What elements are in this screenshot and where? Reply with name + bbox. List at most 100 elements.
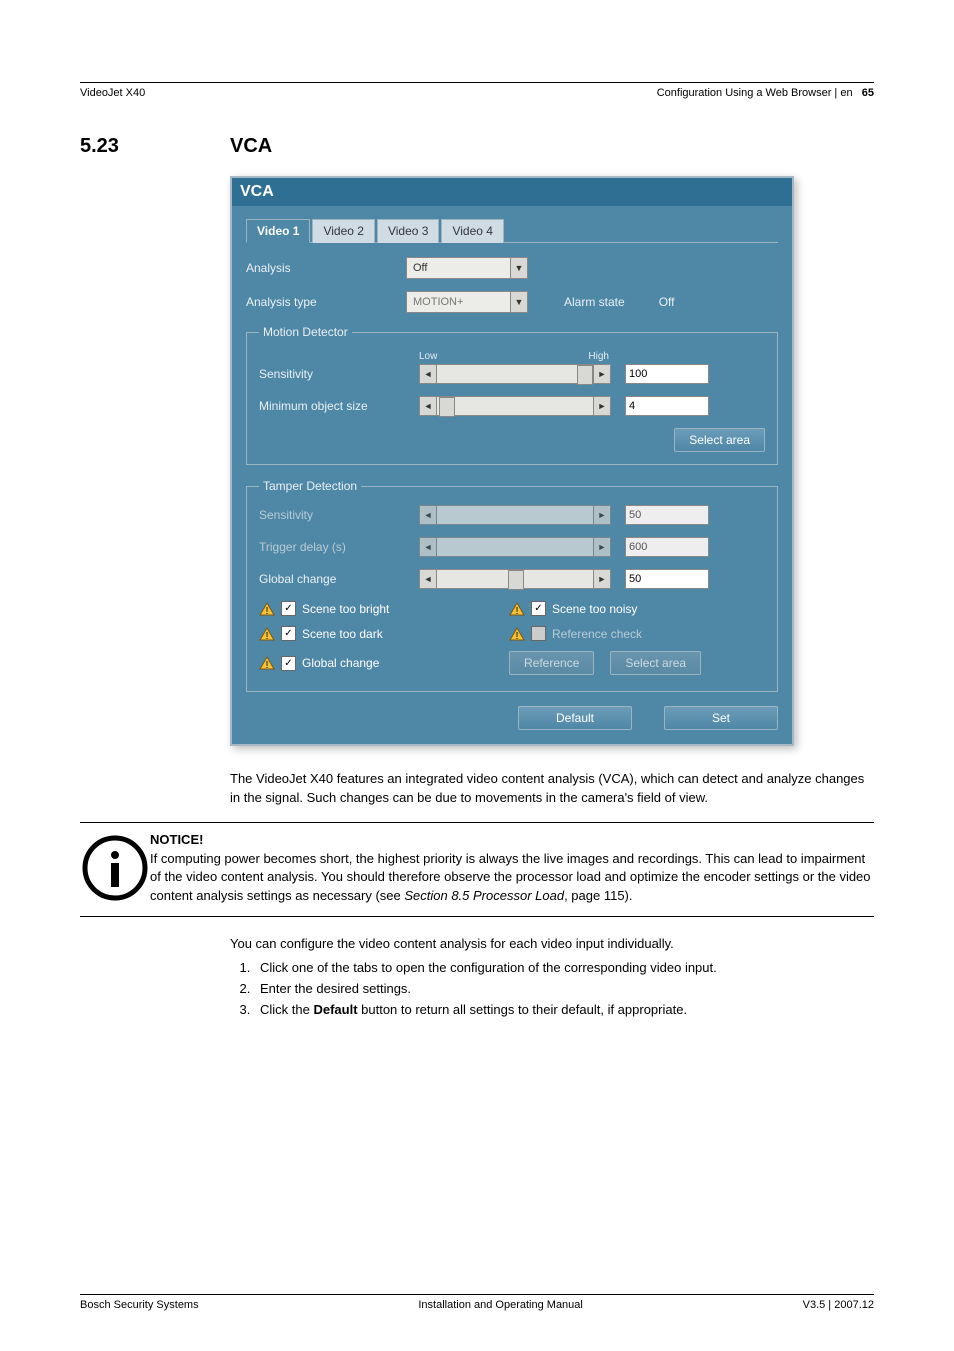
notice-text-b: , page 115).: [564, 888, 632, 903]
svg-text:!: !: [266, 606, 269, 616]
trigger-delay-label: Trigger delay (s): [259, 540, 419, 554]
step3-c: button to return all settings to their d…: [358, 1002, 688, 1017]
t-sensitivity-slider: ◄ ►: [419, 505, 611, 525]
cb-label: Scene too dark: [302, 627, 383, 641]
sensitivity-label: Sensitivity: [259, 367, 419, 381]
header-left: VideoJet X40: [80, 87, 145, 99]
cb-scene-too-noisy[interactable]: ! ✓ Scene too noisy: [509, 601, 719, 616]
cb-label: Scene too bright: [302, 602, 389, 616]
arrow-left-icon[interactable]: ◄: [420, 570, 437, 588]
tamper-detection-group: Tamper Detection Sensitivity ◄ ► 50 Trig…: [246, 479, 778, 692]
select-area-button[interactable]: Select area: [674, 428, 765, 452]
svg-text:!: !: [266, 660, 269, 670]
default-button[interactable]: Default: [518, 706, 632, 730]
cb-global-change[interactable]: ! ✓ Global change: [259, 651, 469, 675]
warning-icon: !: [259, 627, 275, 641]
analysis-value: Off: [407, 262, 510, 274]
min-object-size-slider[interactable]: ◄ ►: [419, 396, 611, 416]
min-object-size-label: Minimum object size: [259, 399, 419, 413]
t-sensitivity-value: 50: [625, 505, 709, 525]
slider-range-labels: Low High: [419, 351, 609, 362]
analysis-type-select: MOTION+ ▼: [406, 291, 528, 313]
header-right-text: Configuration Using a Web Browser | en: [657, 87, 853, 99]
cb-scene-too-dark[interactable]: ! ✓ Scene too dark: [259, 626, 469, 641]
arrow-left-icon: ◄: [420, 538, 437, 556]
step-1: Click one of the tabs to open the config…: [254, 958, 874, 979]
warning-icon: !: [259, 656, 275, 670]
reference-button: Reference: [509, 651, 594, 675]
motion-detector-group: Motion Detector Low High Sensitivity ◄ ►…: [246, 325, 778, 465]
set-button[interactable]: Set: [664, 706, 778, 730]
global-change-label: Global change: [259, 572, 419, 586]
notice-block: NOTICE! If computing power becomes short…: [80, 822, 874, 917]
analysis-select[interactable]: Off ▼: [406, 257, 528, 279]
high-label: High: [588, 351, 609, 362]
chevron-down-icon: ▼: [510, 292, 527, 312]
warning-icon: !: [509, 602, 525, 616]
sensitivity-value[interactable]: 100: [625, 364, 709, 384]
step3-default: Default: [313, 1002, 357, 1017]
low-label: Low: [419, 351, 437, 362]
info-icon: [80, 831, 150, 906]
analysis-type-label: Analysis type: [246, 295, 406, 309]
analysis-type-value: MOTION+: [407, 296, 510, 308]
tab-video4[interactable]: Video 4: [441, 219, 503, 243]
page-header: VideoJet X40 Configuration Using a Web B…: [80, 87, 874, 99]
cb-label: Global change: [302, 656, 379, 670]
warning-icon: !: [259, 602, 275, 616]
arrow-right-icon[interactable]: ►: [593, 397, 610, 415]
step3-a: Click the: [260, 1002, 313, 1017]
tab-video3[interactable]: Video 3: [377, 219, 439, 243]
footer-left: Bosch Security Systems: [80, 1299, 199, 1311]
steps-list: Click one of the tabs to open the config…: [230, 958, 874, 1020]
svg-text:!: !: [516, 606, 519, 616]
paragraph-config: You can configure the video content anal…: [230, 935, 874, 954]
global-change-value[interactable]: 50: [625, 569, 709, 589]
arrow-right-icon: ►: [593, 538, 610, 556]
vca-panel: VCA Video 1 Video 2 Video 3 Video 4 Anal…: [230, 176, 794, 746]
tamper-group-legend: Tamper Detection: [259, 479, 361, 493]
footer-center: Installation and Operating Manual: [418, 1299, 583, 1311]
trigger-delay-value: 600: [625, 537, 709, 557]
footer-right: V3.5 | 2007.12: [803, 1299, 874, 1311]
analysis-label: Analysis: [246, 261, 406, 275]
rule-top: [80, 82, 874, 83]
t-sensitivity-label: Sensitivity: [259, 508, 419, 522]
tab-video2[interactable]: Video 2: [312, 219, 374, 243]
arrow-left-icon[interactable]: ◄: [420, 365, 437, 383]
section-title: VCA: [230, 135, 272, 158]
arrow-left-icon[interactable]: ◄: [420, 397, 437, 415]
cb-label: Scene too noisy: [552, 602, 637, 616]
sensitivity-slider[interactable]: ◄ ►: [419, 364, 611, 384]
video-tabs: Video 1 Video 2 Video 3 Video 4: [246, 218, 778, 243]
tamper-select-area-button: Select area: [610, 651, 701, 675]
cb-label: Reference check: [552, 627, 642, 641]
tab-video1[interactable]: Video 1: [246, 219, 310, 243]
notice-heading: NOTICE!: [150, 831, 874, 850]
global-change-slider[interactable]: ◄ ►: [419, 569, 611, 589]
arrow-right-icon: ►: [593, 506, 610, 524]
cb-reference-check: ! Reference check: [509, 626, 719, 641]
alarm-state-label: Alarm state: [564, 295, 625, 309]
step-2: Enter the desired settings.: [254, 979, 874, 1000]
chevron-down-icon: ▼: [510, 258, 527, 278]
arrow-right-icon[interactable]: ►: [593, 365, 610, 383]
svg-text:!: !: [266, 631, 269, 641]
svg-text:!: !: [516, 631, 519, 641]
min-object-size-value[interactable]: 4: [625, 396, 709, 416]
alarm-state-value: Off: [659, 295, 675, 309]
step-3: Click the Default button to return all s…: [254, 1000, 874, 1021]
page-footer: Bosch Security Systems Installation and …: [80, 1294, 874, 1311]
header-right: Configuration Using a Web Browser | en 6…: [657, 87, 874, 99]
trigger-delay-slider: ◄ ►: [419, 537, 611, 557]
page-number: 65: [862, 87, 874, 99]
arrow-left-icon: ◄: [420, 506, 437, 524]
notice-ref: Section 8.5 Processor Load: [404, 888, 564, 903]
cb-scene-too-bright[interactable]: ! ✓ Scene too bright: [259, 601, 469, 616]
section-heading: 5.23 VCA: [80, 135, 874, 158]
section-number: 5.23: [80, 135, 230, 158]
warning-icon: !: [509, 627, 525, 641]
motion-group-legend: Motion Detector: [259, 325, 352, 339]
arrow-right-icon[interactable]: ►: [593, 570, 610, 588]
panel-title: VCA: [232, 178, 792, 206]
